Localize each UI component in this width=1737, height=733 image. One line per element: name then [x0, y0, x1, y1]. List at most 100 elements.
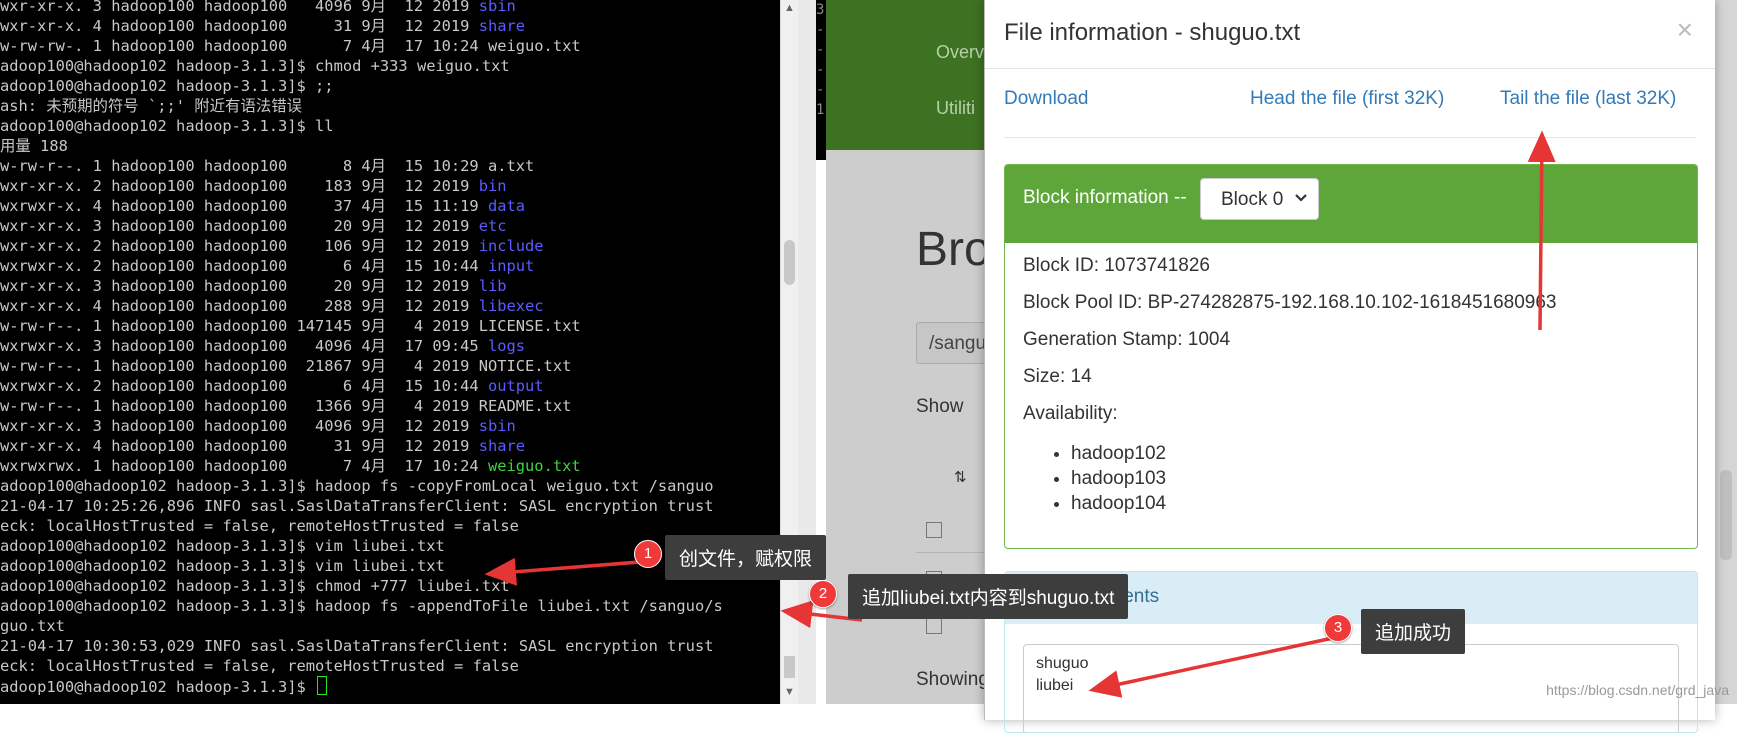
scroll-thumb[interactable]	[784, 240, 795, 285]
page-scroll-thumb[interactable]	[1720, 470, 1732, 560]
terminal-text: wxrwxrwx. 1 hadoop100 hadoop100 7 4月 17 …	[0, 457, 488, 475]
second-terminal-fragment: 3 - - - - 1	[816, 0, 826, 160]
chevron-down-icon	[1294, 190, 1308, 206]
block-information-panel: Block information -- Block 0 Block ID: 1…	[1004, 164, 1698, 549]
show-entries-label: Show	[916, 396, 964, 417]
terminal-line: adoop100@hadoop102 hadoop-3.1.3]$ hadoop…	[0, 596, 723, 616]
terminal-line: w-rw-r--. 1 hadoop100 hadoop100 8 4月 15 …	[0, 156, 723, 176]
list-item: hadoop104	[1071, 491, 1166, 516]
page-heading: Bro	[916, 223, 991, 276]
terminal-fragment: -	[816, 82, 825, 98]
terminal-line: adoop100@hadoop102 hadoop-3.1.3]$ vim li…	[0, 556, 723, 576]
block-pool-id: Block Pool ID: BP-274282875-192.168.10.1…	[1023, 292, 1557, 313]
terminal-text: wxr-xr-x. 4 hadoop100 hadoop100 31 9月 12…	[0, 437, 479, 455]
terminal-line: eck: localHostTrusted = false, remoteHos…	[0, 656, 723, 676]
nav-item-utilities[interactable]: Utiliti	[936, 98, 975, 119]
terminal-output: wxr-xr-x. 3 hadoop100 hadoop100 4096 9月 …	[0, 0, 723, 696]
terminal-text: wxr-xr-x. 2 hadoop100 hadoop100 183 9月 1…	[0, 177, 479, 195]
terminal-text: adoop100@hadoop102 hadoop-3.1.3]$	[0, 678, 316, 696]
terminal-text: adoop100@hadoop102 hadoop-3.1.3]$ hadoop…	[0, 477, 714, 495]
terminal-text: 用量 188	[0, 137, 68, 155]
modal-title: File information - shuguo.txt	[1004, 19, 1301, 46]
terminal-text: w-rw-r--. 1 hadoop100 hadoop100 147145 9…	[0, 317, 581, 335]
terminal-text: lib	[478, 277, 507, 295]
block-select[interactable]: Block 0	[1200, 178, 1319, 220]
terminal-line: wxrwxr-x. 4 hadoop100 hadoop100 37 4月 15…	[0, 196, 723, 216]
terminal-text: adoop100@hadoop102 hadoop-3.1.3]$ chmod …	[0, 577, 510, 595]
annotation-badge-1: 1	[634, 540, 662, 568]
terminal-text: w-rw-r--. 1 hadoop100 hadoop100 21867 9月…	[0, 357, 572, 375]
terminal-text: logs	[487, 337, 526, 355]
terminal-cursor	[317, 676, 328, 695]
terminal-line: wxrwxr-x. 2 hadoop100 hadoop100 6 4月 15 …	[0, 256, 723, 276]
terminal-text: adoop100@hadoop102 hadoop-3.1.3]$ hadoop…	[0, 597, 723, 615]
list-item: hadoop102	[1071, 441, 1166, 466]
annotation-badge-2: 2	[809, 580, 837, 608]
availability-label: Availability:	[1023, 403, 1118, 424]
terminal-window[interactable]: wxr-xr-x. 3 hadoop100 hadoop100 4096 9月 …	[0, 0, 780, 704]
terminal-text: input	[487, 257, 535, 275]
close-icon[interactable]: ×	[1677, 14, 1693, 46]
watermark: https://blog.csdn.net/grd_java	[1546, 682, 1729, 698]
terminal-text: ash: 未预期的符号 `;;' 附近有语法错误	[0, 97, 303, 115]
terminal-fragment: 3	[816, 2, 825, 18]
scroll-up-icon[interactable]: ▲	[784, 2, 795, 14]
terminal-line: 21-04-17 10:30:53,029 INFO sasl.SaslData…	[0, 636, 723, 656]
block-panel-heading: Block information -- Block 0	[1005, 165, 1697, 243]
terminal-line: wxr-xr-x. 4 hadoop100 hadoop100 31 9月 12…	[0, 16, 723, 36]
terminal-text: wxrwxr-x. 2 hadoop100 hadoop100 6 4月 15 …	[0, 257, 488, 275]
terminal-line: wxr-xr-x. 4 hadoop100 hadoop100 288 9月 1…	[0, 296, 723, 316]
sort-icon[interactable]: ⇅	[954, 468, 967, 486]
terminal-text: wxr-xr-x. 3 hadoop100 hadoop100 20 9月 12…	[0, 217, 479, 235]
list-item: hadoop103	[1071, 466, 1166, 491]
terminal-line: wxr-xr-x. 4 hadoop100 hadoop100 31 9月 12…	[0, 436, 723, 456]
page-scrollbar[interactable]	[1715, 0, 1737, 704]
terminal-text: 21-04-17 10:25:26,896 INFO sasl.SaslData…	[0, 497, 714, 515]
annotation-callout-3: 追加成功	[1361, 609, 1466, 654]
terminal-text: bin	[478, 177, 507, 195]
terminal-text: wxrwxr-x. 4 hadoop100 hadoop100 37 4月 15…	[0, 197, 488, 215]
terminal-line: adoop100@hadoop102 hadoop-3.1.3]$ chmod …	[0, 576, 723, 596]
scroll-down-icon[interactable]: ▼	[784, 686, 795, 698]
terminal-line: eck: localHostTrusted = false, remoteHos…	[0, 516, 723, 536]
terminal-line: adoop100@hadoop102 hadoop-3.1.3]$ ;;	[0, 76, 723, 96]
row-checkbox[interactable]	[926, 522, 942, 538]
terminal-text: output	[487, 377, 544, 395]
terminal-line: adoop100@hadoop102 hadoop-3.1.3]$	[0, 676, 723, 696]
terminal-text: w-rw-r--. 1 hadoop100 hadoop100 1366 9月 …	[0, 397, 572, 415]
terminal-text: wxr-xr-x. 3 hadoop100 hadoop100 20 9月 12…	[0, 277, 479, 295]
scroll-thumb-bottom[interactable]	[784, 656, 795, 678]
tail-file-link[interactable]: Tail the file (last 32K)	[1500, 88, 1676, 110]
terminal-line: wxr-xr-x. 3 hadoop100 hadoop100 20 9月 12…	[0, 276, 723, 296]
links-divider	[1004, 137, 1696, 138]
nav-item-overview[interactable]: Overv	[936, 42, 984, 63]
terminal-text: include	[478, 237, 544, 255]
row-checkbox[interactable]	[926, 618, 942, 634]
terminal-text: 21-04-17 10:30:53,029 INFO sasl.SaslData…	[0, 637, 714, 655]
annotation-callout-2: 追加liubei.txt内容到shuguo.txt	[848, 574, 1129, 619]
terminal-line: ash: 未预期的符号 `;;' 附近有语法错误	[0, 96, 723, 116]
annotation-badge-3: 3	[1324, 614, 1352, 642]
terminal-line: wxr-xr-x. 3 hadoop100 hadoop100 4096 9月 …	[0, 0, 723, 16]
terminal-text: w-rw-rw-. 1 hadoop100 hadoop100 7 4月 17 …	[0, 37, 581, 55]
terminal-line: w-rw-rw-. 1 hadoop100 hadoop100 7 4月 17 …	[0, 36, 723, 56]
terminal-text: eck: localHostTrusted = false, remoteHos…	[0, 657, 519, 675]
terminal-line: w-rw-r--. 1 hadoop100 hadoop100 1366 9月 …	[0, 396, 723, 416]
block-id: Block ID: 1073741826	[1023, 255, 1210, 276]
terminal-line: wxrwxr-x. 3 hadoop100 hadoop100 4096 4月 …	[0, 336, 723, 356]
terminal-line: 21-04-17 10:25:26,896 INFO sasl.SaslData…	[0, 496, 723, 516]
terminal-text: share	[478, 17, 526, 35]
download-link[interactable]: Download	[1004, 88, 1089, 110]
terminal-line: 用量 188	[0, 136, 723, 156]
showing-entries-label: Showing	[916, 669, 989, 690]
head-file-link[interactable]: Head the file (first 32K)	[1250, 88, 1444, 110]
terminal-text: weiguo.txt	[487, 457, 581, 475]
terminal-text: wxrwxr-x. 2 hadoop100 hadoop100 6 4月 15 …	[0, 377, 488, 395]
block-info-label: Block information --	[1023, 187, 1187, 208]
terminal-line: adoop100@hadoop102 hadoop-3.1.3]$ vim li…	[0, 536, 723, 556]
terminal-scrollbar[interactable]: ▲ ▼	[780, 0, 799, 704]
terminal-line: wxrwxr-x. 2 hadoop100 hadoop100 6 4月 15 …	[0, 376, 723, 396]
terminal-text: w-rw-r--. 1 hadoop100 hadoop100 8 4月 15 …	[0, 157, 535, 175]
terminal-text: wxr-xr-x. 2 hadoop100 hadoop100 106 9月 1…	[0, 237, 479, 255]
terminal-line: wxrwxrwx. 1 hadoop100 hadoop100 7 4月 17 …	[0, 456, 723, 476]
